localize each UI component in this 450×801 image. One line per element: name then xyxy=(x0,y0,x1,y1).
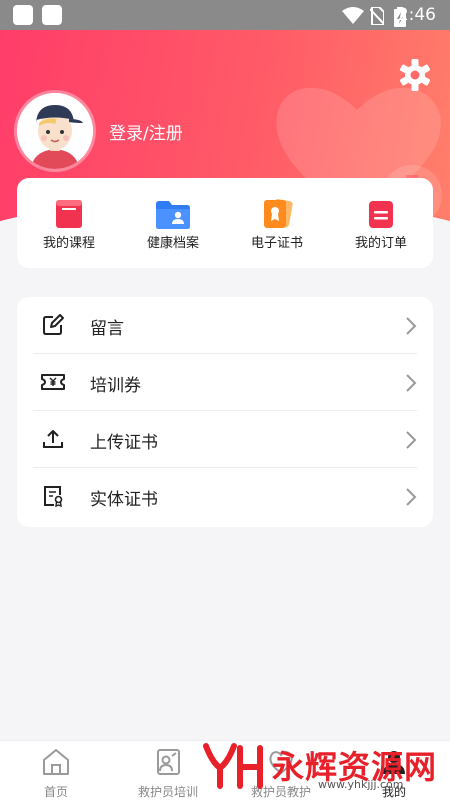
settings-gear-icon[interactable] xyxy=(398,58,432,92)
menu-item-label: 上传证书 xyxy=(90,433,158,453)
tab-rescuer-training[interactable]: 救护员培训 xyxy=(112,741,224,801)
menu-item-label: 留言 xyxy=(90,319,124,339)
upload-icon xyxy=(43,430,63,448)
notification-icon xyxy=(13,5,33,25)
quick-action-label: 健康档案 xyxy=(146,236,199,251)
menu-item-message[interactable]: 留言 xyxy=(17,297,433,354)
health-folder-icon xyxy=(156,201,190,229)
tab-label: 首页 xyxy=(43,785,68,799)
tab-label: 我的 xyxy=(381,785,406,799)
course-book-icon xyxy=(56,200,82,228)
edit-note-icon xyxy=(43,314,64,335)
menu-item-label: 实体证书 xyxy=(90,490,158,510)
tab-label: 救护员培训 xyxy=(137,785,198,799)
status-bar: 2:46 xyxy=(0,0,450,30)
quick-action-label: 我的订单 xyxy=(354,236,407,251)
notification-icon xyxy=(42,5,62,25)
chevron-right-icon xyxy=(406,431,417,449)
quick-actions-card: 我的课程 健康档案 电子证书 我的订单 xyxy=(17,178,433,268)
document-certificate-icon xyxy=(44,486,63,508)
menu-item-upload-certificate[interactable]: 上传证书 xyxy=(17,411,433,468)
avatar[interactable] xyxy=(17,93,93,169)
profile-icon xyxy=(383,751,405,774)
certificate-icon xyxy=(264,199,293,228)
avatar-illustration xyxy=(17,93,93,169)
quick-action-my-courses[interactable]: 我的课程 xyxy=(17,178,121,268)
ticket-icon xyxy=(41,374,65,390)
quick-action-label: 电子证书 xyxy=(250,236,303,251)
trainer-icon xyxy=(157,749,180,775)
home-icon xyxy=(43,749,69,775)
wifi-icon xyxy=(342,7,364,24)
chevron-right-icon xyxy=(406,374,417,392)
quick-action-label: 我的课程 xyxy=(42,236,95,251)
tab-rescuer-care[interactable]: 救护员教护 xyxy=(225,741,337,801)
quick-action-my-orders[interactable]: 我的订单 xyxy=(329,178,433,268)
tab-label: 救护员教护 xyxy=(250,785,311,799)
no-sim-icon xyxy=(370,7,384,25)
chevron-right-icon xyxy=(406,488,417,506)
order-list-icon xyxy=(369,201,393,228)
menu-item-physical-certificate[interactable]: 实体证书 xyxy=(17,468,433,525)
menu-item-label: 培训券 xyxy=(90,376,141,396)
tab-home[interactable]: 首页 xyxy=(0,741,112,801)
chevron-right-icon xyxy=(406,317,417,335)
quick-action-e-certificate[interactable]: 电子证书 xyxy=(225,178,329,268)
menu-list: 留言 培训券 上传证书 实体证书 xyxy=(17,297,433,527)
quick-action-health-records[interactable]: 健康档案 xyxy=(121,178,225,268)
login-register-link[interactable]: 登录/注册 xyxy=(109,119,183,144)
rescue-icon xyxy=(269,751,293,775)
clock: 2:46 xyxy=(397,5,436,25)
tab-mine[interactable]: 我的 xyxy=(338,741,450,801)
menu-item-training-voucher[interactable]: 培训券 xyxy=(17,354,433,411)
bottom-tab-bar: 首页 救护员培训 救护员教护 我的 xyxy=(0,740,450,801)
